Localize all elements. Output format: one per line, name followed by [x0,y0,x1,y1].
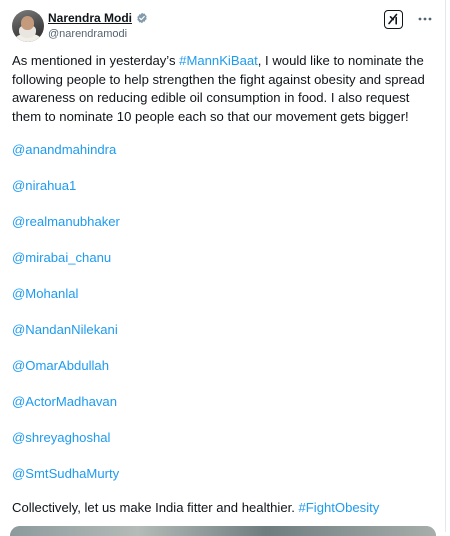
media-preview[interactable] [10,526,436,536]
media-image [10,526,436,536]
hashtag-link[interactable]: #MannKiBaat [179,53,258,68]
mention-link[interactable]: @nirahua1 [12,177,431,195]
hashtag-link[interactable]: #FightObesity [299,500,380,515]
mention-link[interactable]: @ActorMadhavan [12,393,431,411]
closing-text: Collectively, let us make India fitter a… [12,500,299,515]
mention-link[interactable]: @Mohanlal [12,285,431,303]
avatar-face [21,16,34,30]
post-header: Narendra Modi @narendramodi [12,10,433,46]
grok-icon [388,13,398,25]
author-name[interactable]: Narendra Modi [48,11,132,25]
mention-link[interactable]: @mirabai_chanu [12,249,431,267]
mention-link[interactable]: @shreyaghoshal [12,429,431,447]
avatar[interactable] [12,10,44,42]
grok-button[interactable] [384,10,403,29]
mention-link[interactable]: @SmtSudhaMurty [12,465,431,483]
mention-list: @anandmahindra @nirahua1 @realmanubhaker… [12,141,431,483]
author-handle[interactable]: @narendramodi [48,28,127,40]
more-options-icon[interactable] [417,12,433,26]
mention-link[interactable]: @OmarAbdullah [12,357,431,375]
author-name-row: Narendra Modi [48,11,148,25]
mention-link[interactable]: @realmanubhaker [12,213,431,231]
post-closing: Collectively, let us make India fitter a… [12,499,431,518]
verified-badge-icon [137,12,147,24]
post-card: Narendra Modi @narendramodi As mentioned… [0,0,446,536]
post-intro: As mentioned in yesterday’s #MannKiBaat,… [12,52,431,126]
mention-link[interactable]: @anandmahindra [12,141,431,159]
mention-link[interactable]: @NandanNilekani [12,321,431,339]
post-content: As mentioned in yesterday’s #MannKiBaat,… [12,52,431,518]
intro-text: As mentioned in yesterday’s [12,53,180,68]
